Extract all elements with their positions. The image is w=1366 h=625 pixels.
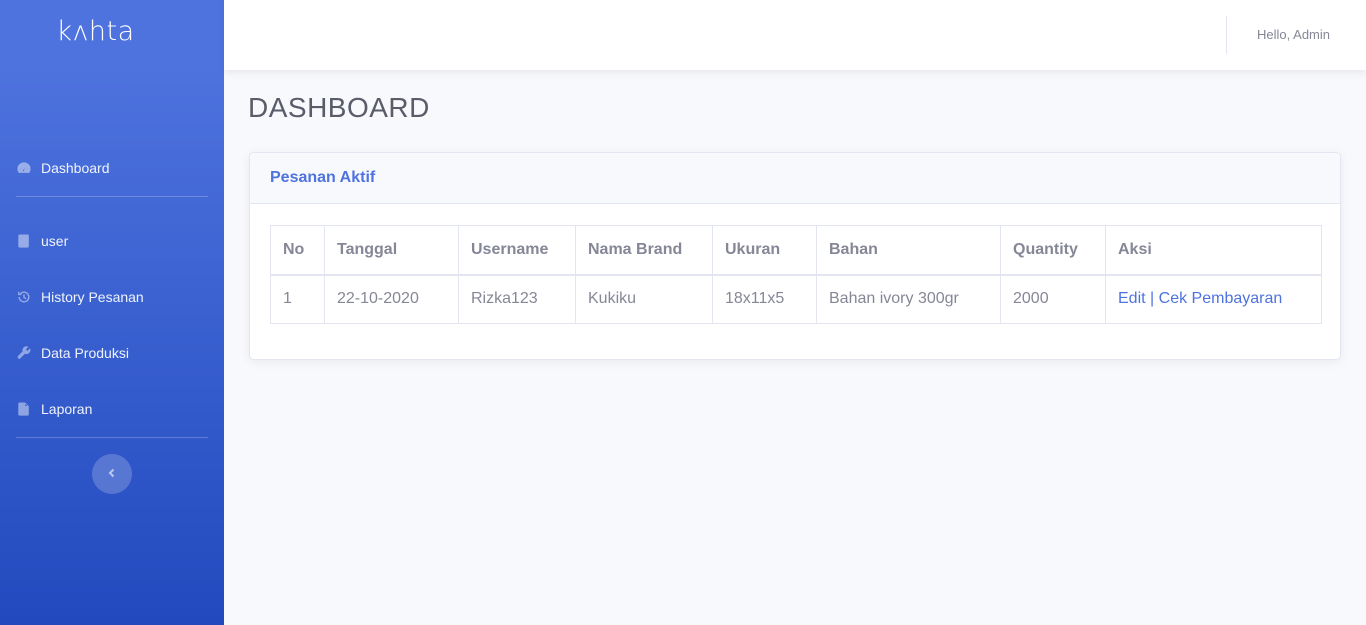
cek-pembayaran-link[interactable]: Cek Pembayaran (1159, 290, 1283, 307)
action-separator: | (1150, 290, 1155, 308)
column-header: Aksi (1105, 225, 1322, 276)
column-header: Quantity (1000, 225, 1106, 276)
edit-link[interactable]: Edit (1118, 290, 1146, 307)
sidebar-divider (16, 196, 208, 197)
sidebar-divider (16, 437, 208, 438)
user-dropdown[interactable]: Hello, Admin (1257, 27, 1330, 42)
sidebar-item-data-produksi[interactable]: Data Produksi (16, 341, 208, 365)
sidebar-item-label: History Pesanan (41, 289, 144, 305)
cell-username: Rizka123 (458, 274, 576, 324)
wrench-icon (16, 345, 32, 361)
sidebar: kʌhta Dashboard user History Pesanan Dat… (0, 0, 224, 625)
column-header: Bahan (816, 225, 1001, 276)
sidebar-item-user[interactable]: user (16, 229, 208, 253)
column-header: Username (458, 225, 576, 276)
column-header: Ukuran (712, 225, 817, 276)
sidebar-item-laporan[interactable]: Laporan (16, 397, 208, 421)
brand-logo-text: kʌhta (56, 16, 135, 47)
page-title: DASHBOARD (248, 92, 430, 123)
sidebar-item-label: Data Produksi (41, 345, 129, 361)
cell-quantity: 2000 (1000, 274, 1106, 324)
column-header: Nama Brand (575, 225, 713, 276)
tachometer-icon (16, 160, 32, 176)
topbar-divider (1226, 16, 1227, 54)
chevron-left-icon (107, 465, 117, 483)
cell-bahan: Bahan ivory 300gr (816, 274, 1001, 324)
active-orders-card: Pesanan Aktif No Tanggal Username Nama B… (249, 152, 1341, 360)
sidebar-item-label: Laporan (41, 401, 93, 417)
column-header: No (270, 225, 325, 276)
cell-nama-brand: Kukiku (575, 274, 713, 324)
card-title: Pesanan Aktif (270, 169, 376, 186)
cell-aksi: Edit | Cek Pembayaran (1105, 274, 1322, 324)
sidebar-item-dashboard[interactable]: Dashboard (16, 156, 208, 180)
brand-logo[interactable]: kʌhta (0, 16, 191, 47)
sidebar-toggle-button[interactable] (92, 454, 132, 494)
file-icon (16, 401, 32, 417)
sidebar-item-label: user (41, 233, 69, 249)
book-icon (16, 233, 32, 249)
column-header: Tanggal (324, 225, 459, 276)
sidebar-item-history-pesanan[interactable]: History Pesanan (16, 285, 208, 309)
sidebar-item-label: Dashboard (41, 160, 110, 176)
card-header: Pesanan Aktif (250, 153, 1340, 204)
cell-no: 1 (270, 274, 325, 324)
topbar: Hello, Admin (224, 0, 1366, 70)
cell-tanggal: 22-10-2020 (324, 274, 459, 324)
table-header-row: No Tanggal Username Nama Brand Ukuran Ba… (270, 225, 1322, 276)
cell-ukuran: 18x11x5 (712, 274, 817, 324)
orders-table: No Tanggal Username Nama Brand Ukuran Ba… (270, 225, 1322, 324)
table-row: 1 22-10-2020 Rizka123 Kukiku 18x11x5 Bah… (270, 274, 1322, 324)
history-icon (16, 289, 32, 305)
